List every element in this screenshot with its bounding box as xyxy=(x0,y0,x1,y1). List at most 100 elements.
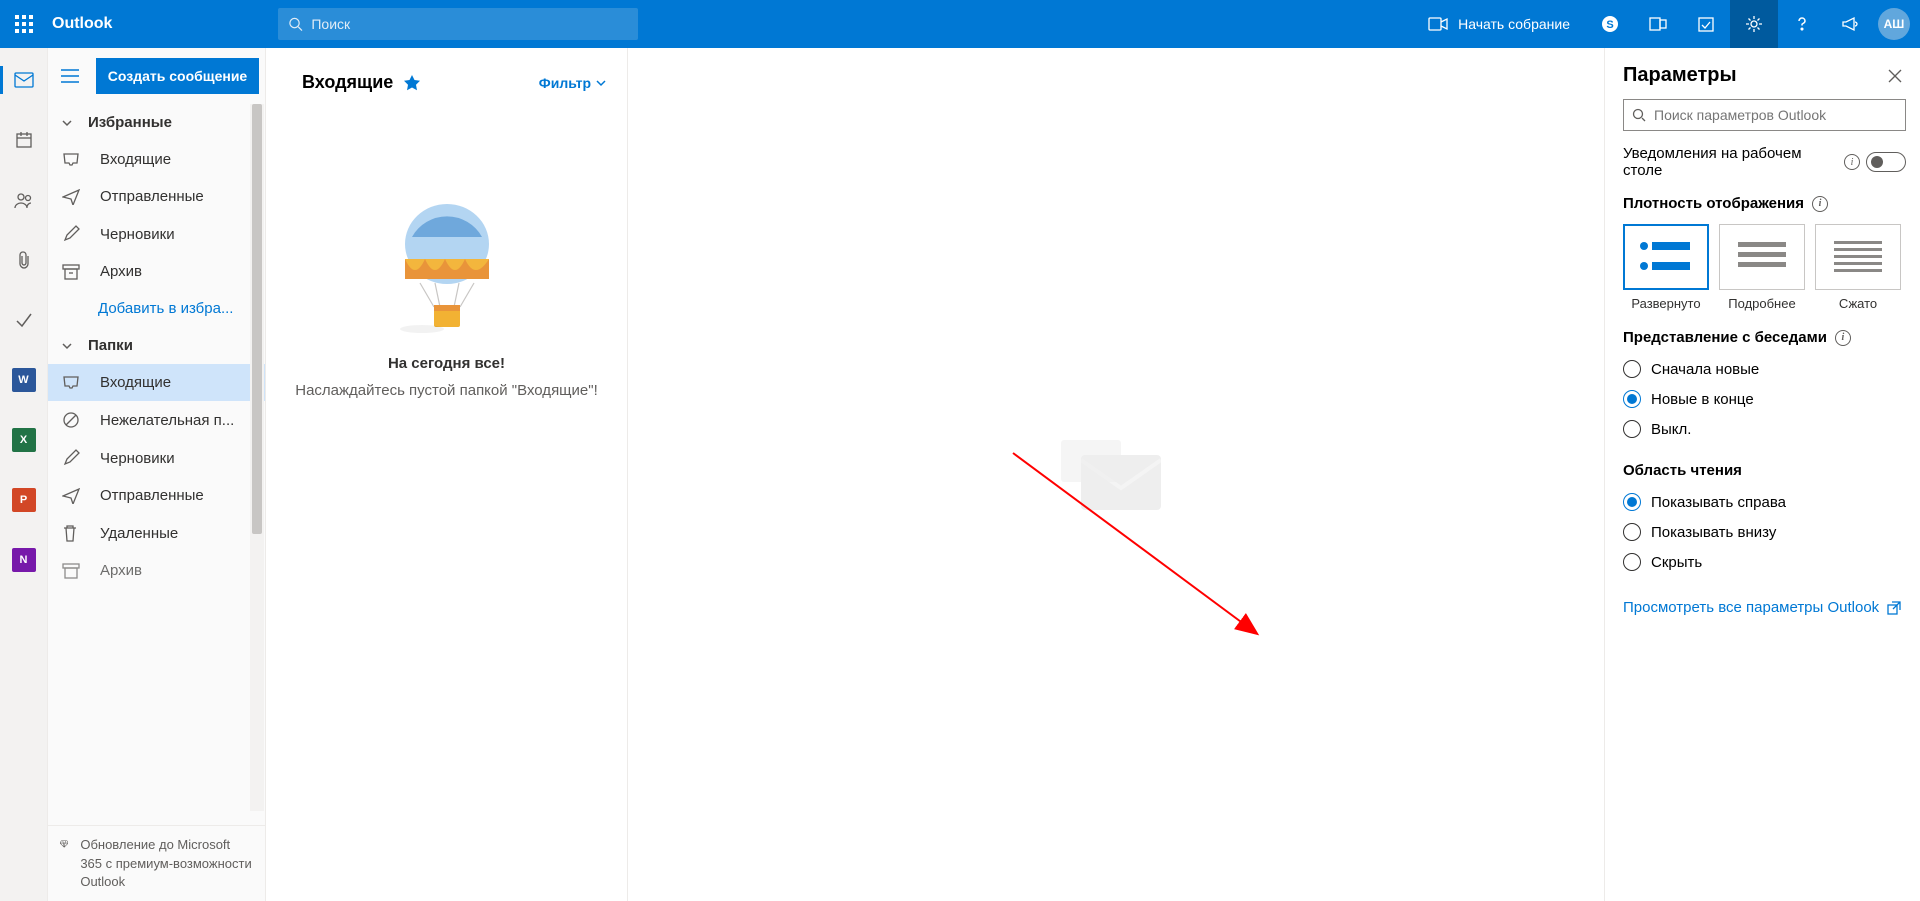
info-icon[interactable]: i xyxy=(1812,196,1828,212)
rail-word[interactable]: W xyxy=(0,360,48,400)
account-avatar[interactable]: АШ xyxy=(1878,8,1910,40)
folder-sent[interactable]: Отправленные xyxy=(48,477,265,514)
my-day-button[interactable] xyxy=(1682,0,1730,48)
sent-icon xyxy=(62,488,82,504)
balloon-illustration xyxy=(392,199,502,339)
rail-calendar[interactable] xyxy=(0,120,48,160)
favorites-section-toggle[interactable]: Избранные xyxy=(48,104,265,141)
rail-todo[interactable] xyxy=(0,300,48,340)
density-medium-icon xyxy=(1732,236,1792,278)
chevron-down-icon xyxy=(595,77,607,89)
density-option-medium[interactable] xyxy=(1719,224,1805,290)
filter-button[interactable]: Фильтр xyxy=(539,75,607,91)
reading-option-bottom[interactable]: Показывать внизу xyxy=(1623,517,1906,547)
info-icon[interactable]: i xyxy=(1844,154,1860,170)
search-icon xyxy=(288,16,303,32)
fav-archive[interactable]: Архив xyxy=(48,253,265,290)
conversation-option-newest-bottom[interactable]: Новые в конце xyxy=(1623,384,1906,414)
reading-radio-group: Показывать справа Показывать внизу Скрыт… xyxy=(1623,487,1906,577)
draft-icon xyxy=(62,225,82,243)
global-search-input[interactable] xyxy=(311,16,628,32)
settings-button[interactable] xyxy=(1730,0,1778,48)
word-icon: W xyxy=(12,368,36,392)
settings-search[interactable] xyxy=(1623,99,1906,131)
inbox-icon xyxy=(62,375,82,391)
gear-icon xyxy=(1745,15,1763,33)
brand-title: Outlook xyxy=(48,15,128,33)
global-search[interactable] xyxy=(278,8,638,40)
conversation-title: Представление с беседами i xyxy=(1623,329,1906,346)
folder-junk[interactable]: Нежелательная п... xyxy=(48,401,265,439)
megaphone-icon xyxy=(1841,15,1859,33)
add-favorite-link[interactable]: Добавить в избра... xyxy=(48,290,265,327)
fav-inbox[interactable]: Входящие xyxy=(48,141,265,178)
desktop-notifications-label: Уведомления на рабочем столе xyxy=(1623,145,1803,179)
people-icon xyxy=(14,191,34,209)
header-bar: Outlook Начать собрание S АШ xyxy=(0,0,1920,48)
star-filled-icon[interactable] xyxy=(403,74,421,92)
archive-icon xyxy=(62,563,82,579)
info-icon[interactable]: i xyxy=(1835,330,1851,346)
chevron-down-icon xyxy=(60,116,74,130)
rail-files[interactable] xyxy=(0,240,48,280)
close-settings-button[interactable] xyxy=(1884,65,1906,87)
rail-people[interactable] xyxy=(0,180,48,220)
app-rail: W X P N xyxy=(0,48,48,901)
reading-option-hide[interactable]: Скрыть xyxy=(1623,547,1906,577)
check-icon xyxy=(15,311,33,329)
teams-icon xyxy=(1649,15,1667,33)
reading-pane xyxy=(628,48,1604,901)
trash-icon xyxy=(62,524,82,542)
settings-search-input[interactable] xyxy=(1654,107,1897,123)
fav-sent[interactable]: Отправленные xyxy=(48,178,265,215)
folder-deleted[interactable]: Удаленные xyxy=(48,514,265,552)
megaphone-button[interactable] xyxy=(1826,0,1874,48)
app-launcher-button[interactable] xyxy=(0,0,48,48)
settings-panel: Параметры Уведомления на рабочем столе i… xyxy=(1604,48,1920,901)
excel-icon: X xyxy=(12,428,36,452)
toggle-folder-pane[interactable] xyxy=(54,60,86,92)
video-icon xyxy=(1428,17,1448,31)
folder-drafts[interactable]: Черновики xyxy=(48,439,265,477)
onenote-icon: N xyxy=(12,548,36,572)
fav-drafts[interactable]: Черновики xyxy=(48,215,265,253)
archive-icon xyxy=(62,264,82,280)
open-external-icon xyxy=(1887,601,1901,615)
compose-button[interactable]: Создать сообщение xyxy=(96,58,259,94)
density-option-compact[interactable] xyxy=(1815,224,1901,290)
rail-excel[interactable]: X xyxy=(0,420,48,460)
folder-title: Входящие xyxy=(302,72,421,93)
waffle-icon xyxy=(15,15,33,33)
skype-icon: S xyxy=(1601,15,1619,33)
desktop-notifications-toggle[interactable] xyxy=(1866,152,1906,172)
skype-button[interactable]: S xyxy=(1586,0,1634,48)
help-button[interactable] xyxy=(1778,0,1826,48)
calendar-check-icon xyxy=(1697,15,1715,33)
rail-onenote[interactable]: N xyxy=(0,540,48,580)
conversation-option-off[interactable]: Выкл. xyxy=(1623,414,1906,444)
folder-scrollbar[interactable] xyxy=(250,104,264,811)
search-icon xyxy=(1632,108,1646,122)
draft-icon xyxy=(62,449,82,467)
rail-mail[interactable] xyxy=(0,60,48,100)
settings-title: Параметры xyxy=(1623,64,1737,87)
teams-button[interactable] xyxy=(1634,0,1682,48)
close-icon xyxy=(1888,69,1902,83)
diamond-icon xyxy=(60,836,68,852)
upgrade-banner[interactable]: Обновление до Microsoft 365 с премиум-во… xyxy=(48,825,265,901)
svg-text:S: S xyxy=(1606,19,1613,31)
conversation-option-newest-top[interactable]: Сначала новые xyxy=(1623,354,1906,384)
reading-option-right[interactable]: Показывать справа xyxy=(1623,487,1906,517)
hamburger-icon xyxy=(61,69,79,83)
view-all-settings-link[interactable]: Просмотреть все параметры Outlook xyxy=(1623,599,1906,616)
envelope-placeholder-icon xyxy=(1056,425,1176,525)
start-meeting-button[interactable]: Начать собрание xyxy=(1412,0,1586,48)
density-option-full[interactable] xyxy=(1623,224,1709,290)
folder-inbox[interactable]: Входящие xyxy=(48,364,265,401)
folder-archive[interactable]: Архив xyxy=(48,552,265,589)
rail-powerpoint[interactable]: P xyxy=(0,480,48,520)
density-full-icon xyxy=(1636,236,1696,278)
density-compact-icon xyxy=(1828,236,1888,278)
conversation-radio-group: Сначала новые Новые в конце Выкл. xyxy=(1623,354,1906,444)
folders-section-toggle[interactable]: Папки xyxy=(48,327,265,364)
